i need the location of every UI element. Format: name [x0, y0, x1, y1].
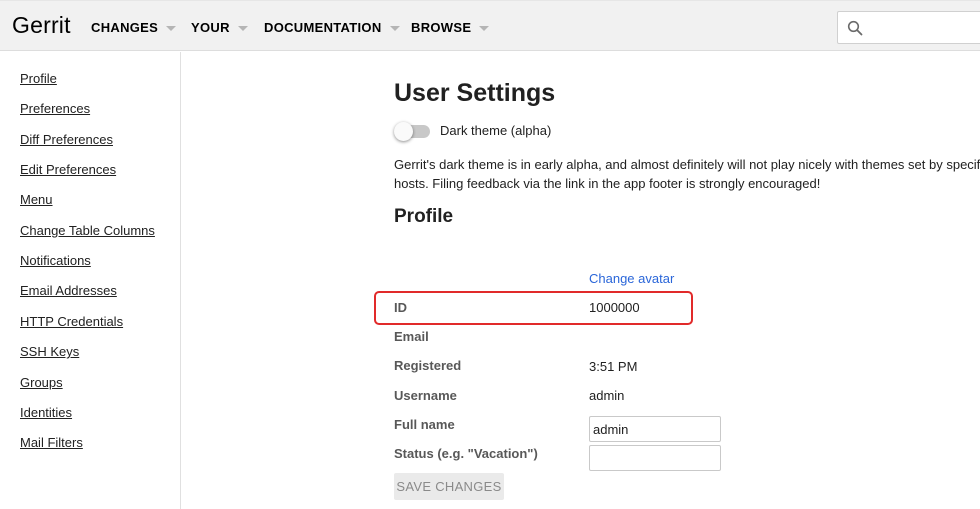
sidebar-item-profile[interactable]: Profile — [20, 71, 57, 86]
change-avatar-link[interactable]: Change avatar — [589, 271, 674, 286]
sidebar-item-ssh-keys[interactable]: SSH Keys — [20, 344, 79, 359]
nav-your[interactable]: YOUR — [191, 20, 248, 35]
status-label: Status (e.g. "Vacation") — [394, 446, 538, 461]
username-value: admin — [589, 388, 625, 403]
nav-browse-label: BROWSE — [411, 20, 472, 35]
save-changes-button[interactable]: SAVE CHANGES — [394, 473, 504, 500]
highlight-box — [374, 291, 693, 325]
dark-theme-toggle[interactable] — [394, 122, 432, 141]
registered-value: 3:51 PM — [589, 359, 638, 374]
search-input[interactable] — [837, 11, 980, 44]
sidebar-item-diff-preferences[interactable]: Diff Preferences — [20, 132, 113, 147]
nav-changes[interactable]: CHANGES — [91, 20, 177, 35]
email-label: Email — [394, 329, 429, 344]
top-header: Gerrit CHANGES YOUR DOCUMENTATION BROWSE — [0, 0, 980, 51]
username-label: Username — [394, 388, 457, 403]
full-name-label: Full name — [394, 417, 455, 432]
sidebar-item-http-credentials[interactable]: HTTP Credentials — [20, 314, 123, 329]
sidebar-item-groups[interactable]: Groups — [20, 375, 63, 390]
nav-browse[interactable]: BROWSE — [411, 20, 490, 35]
chevron-down-icon — [389, 25, 400, 31]
chevron-down-icon — [166, 25, 177, 31]
sidebar-item-change-table-columns[interactable]: Change Table Columns — [20, 223, 155, 238]
dark-theme-description: Gerrit's dark theme is in early alpha, a… — [394, 157, 980, 191]
search-icon — [847, 20, 863, 36]
settings-sidebar: Profile Preferences Diff Preferences Edi… — [0, 52, 181, 509]
nav-documentation[interactable]: DOCUMENTATION — [264, 20, 400, 35]
sidebar-item-menu[interactable]: Menu — [20, 192, 53, 207]
status-field[interactable] — [589, 445, 721, 471]
nav-changes-label: CHANGES — [91, 20, 159, 35]
sidebar-item-identities[interactable]: Identities — [20, 405, 72, 420]
gerrit-logo[interactable]: Gerrit — [12, 12, 71, 39]
sidebar-item-preferences[interactable]: Preferences — [20, 101, 90, 116]
dark-theme-label: Dark theme (alpha) — [440, 123, 552, 138]
chevron-down-icon — [237, 25, 248, 31]
page-title: User Settings — [394, 79, 556, 107]
id-value: 1000000 — [589, 300, 640, 315]
registered-label: Registered — [394, 358, 462, 373]
chevron-down-icon — [479, 25, 490, 31]
profile-heading: Profile — [394, 206, 454, 227]
toggle-knob — [394, 122, 413, 141]
nav-your-label: YOUR — [191, 20, 230, 35]
full-name-field[interactable] — [589, 416, 721, 442]
nav-documentation-label: DOCUMENTATION — [264, 20, 382, 35]
sidebar-item-edit-preferences[interactable]: Edit Preferences — [20, 162, 116, 177]
sidebar-item-mail-filters[interactable]: Mail Filters — [20, 435, 83, 450]
id-label: ID — [394, 300, 407, 315]
sidebar-item-email-addresses[interactable]: Email Addresses — [20, 283, 117, 298]
sidebar-item-notifications[interactable]: Notifications — [20, 253, 91, 268]
